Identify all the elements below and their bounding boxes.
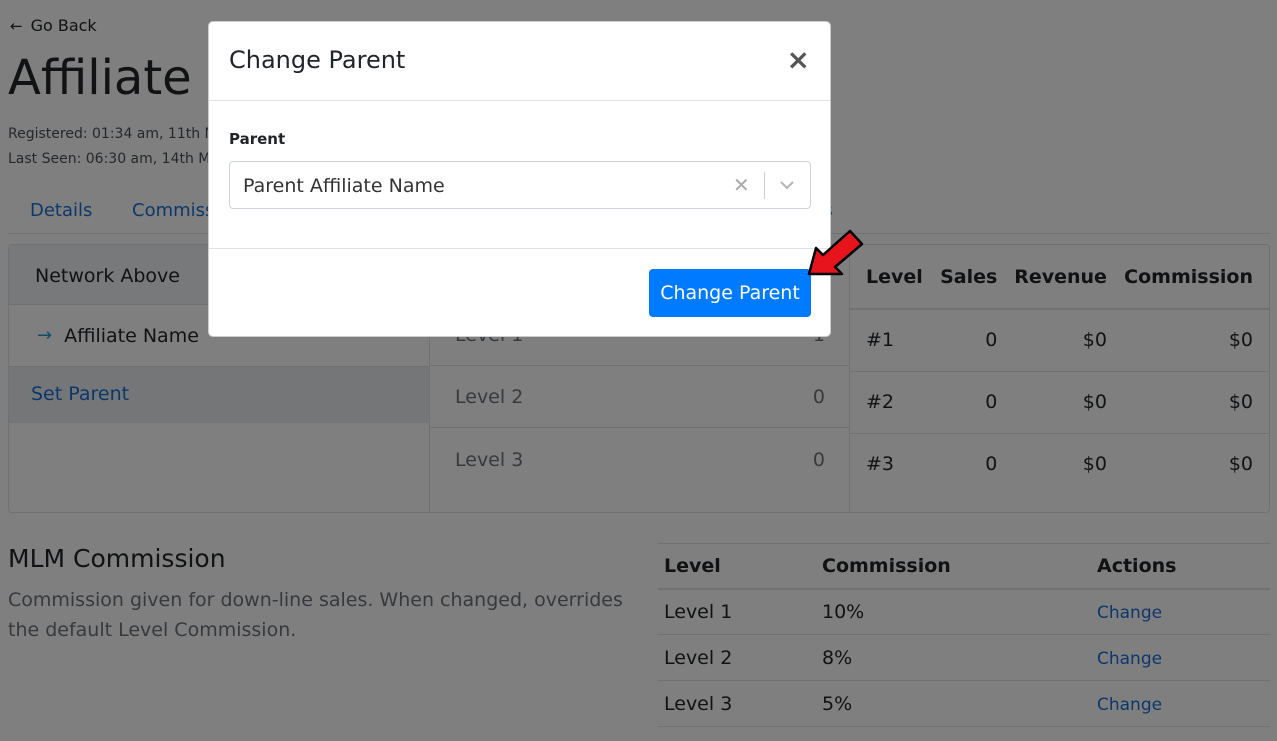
- parent-field-label: Parent: [229, 130, 286, 148]
- change-parent-button[interactable]: Change Parent: [649, 269, 811, 317]
- pointer-arrow-icon: [807, 229, 864, 276]
- close-icon[interactable]: ×: [787, 46, 810, 74]
- parent-select[interactable]: Parent Affiliate Name ✕: [229, 161, 811, 209]
- chevron-down-icon[interactable]: [779, 179, 795, 191]
- parent-select-value: Parent Affiliate Name: [243, 175, 445, 197]
- clear-icon[interactable]: ✕: [733, 173, 750, 197]
- select-divider: [764, 172, 765, 199]
- modal-header: Change Parent ×: [209, 22, 830, 101]
- modal-title: Change Parent: [229, 46, 406, 74]
- change-parent-modal: Change Parent × Parent Parent Affiliate …: [208, 21, 831, 337]
- modal-body: Parent Parent Affiliate Name ✕: [209, 101, 830, 249]
- modal-footer: Change Parent: [209, 249, 830, 337]
